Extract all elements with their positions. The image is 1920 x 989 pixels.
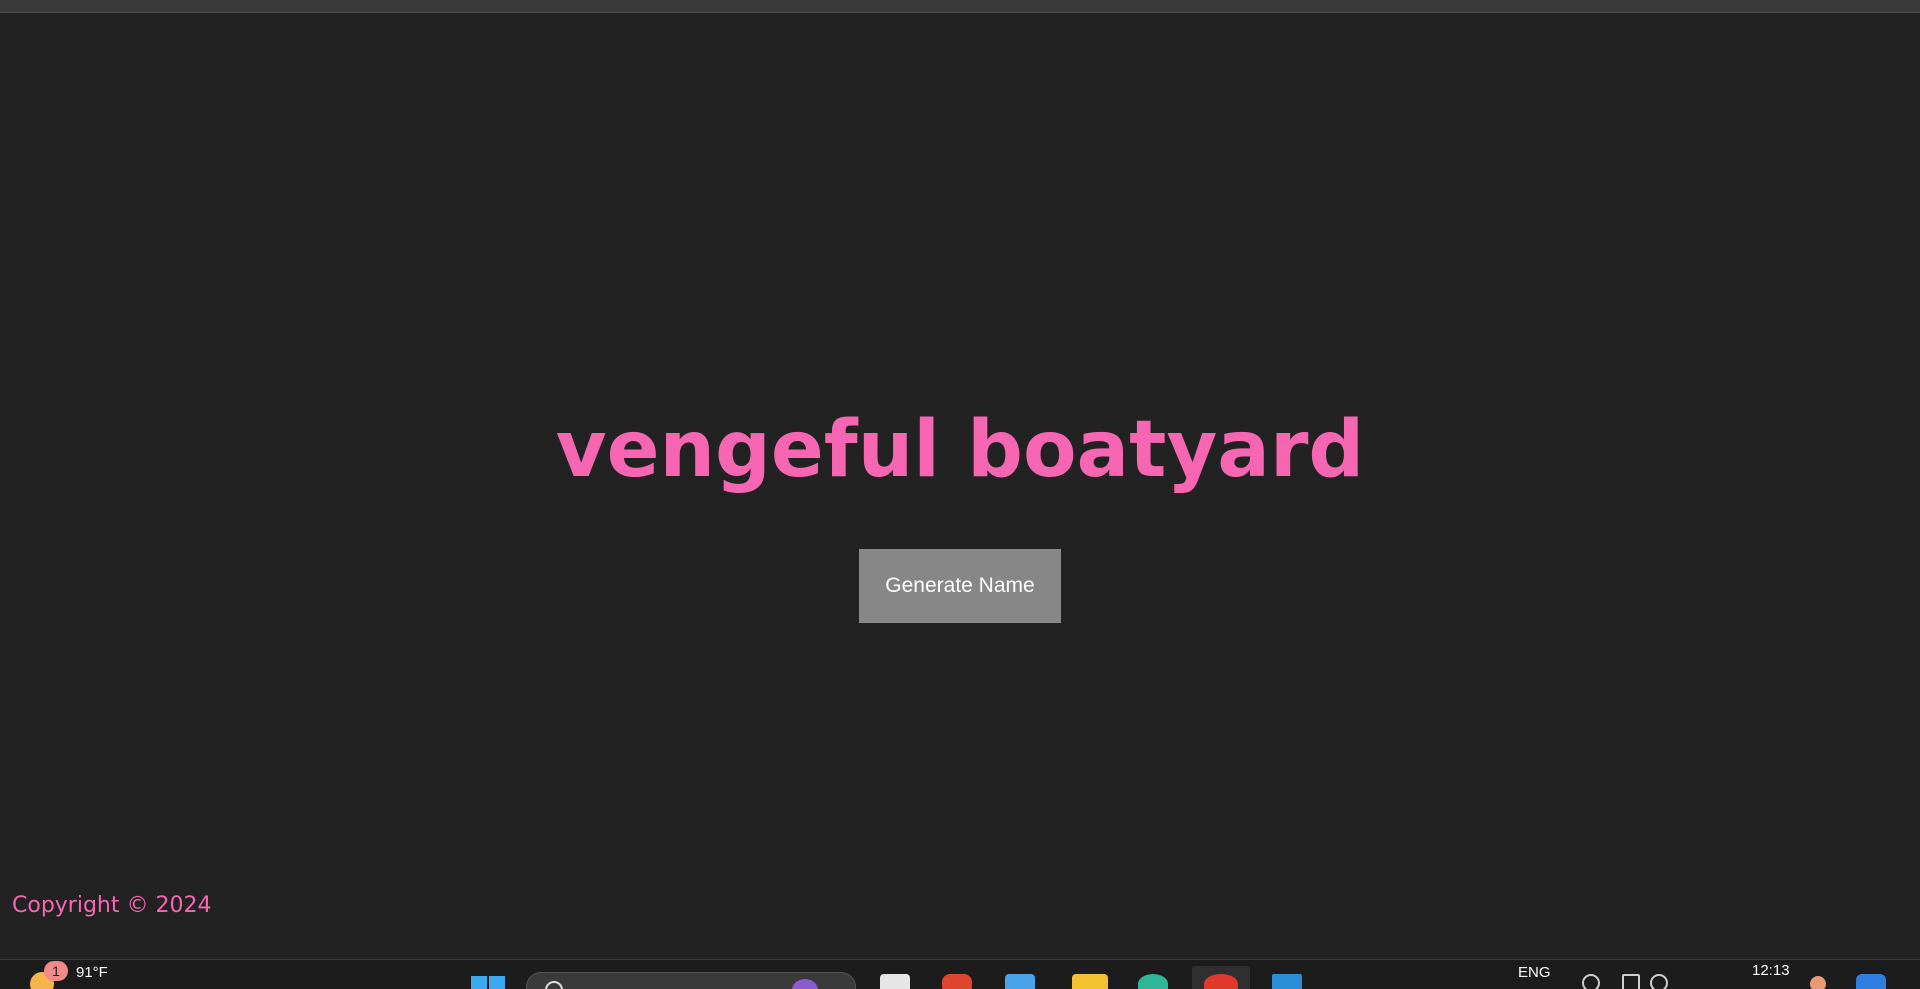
- folder-icon[interactable]: [1072, 974, 1108, 989]
- taskbar-search-box[interactable]: [526, 972, 856, 989]
- vscode-icon[interactable]: [1272, 974, 1302, 989]
- windows-taskbar: 1 91°F ENG 12:13: [0, 959, 1920, 989]
- brave-icon[interactable]: [942, 974, 972, 989]
- network-icon[interactable]: [1582, 974, 1600, 989]
- notification-icon[interactable]: [1810, 976, 1826, 989]
- language-indicator[interactable]: ENG: [1518, 964, 1551, 981]
- start-menu-icon[interactable]: [471, 976, 505, 989]
- copilot-icon[interactable]: [1856, 974, 1886, 989]
- generate-name-button[interactable]: Generate Name: [859, 549, 1061, 623]
- generated-name-heading: vengeful boatyard: [555, 405, 1365, 495]
- battery-icon[interactable]: [1650, 974, 1668, 989]
- chrome-icon[interactable]: [1204, 974, 1238, 989]
- store-icon[interactable]: [1005, 974, 1035, 989]
- weather-badge: 1: [44, 961, 68, 981]
- copyright-footer: Copyright © 2024: [12, 893, 212, 918]
- file-explorer-icon[interactable]: [880, 974, 910, 989]
- browser-top-bar: [0, 0, 1920, 13]
- edge-icon[interactable]: [1138, 974, 1168, 989]
- weather-temperature[interactable]: 91°F: [76, 964, 108, 981]
- clock[interactable]: 12:13: [1752, 962, 1790, 979]
- volume-icon[interactable]: [1622, 974, 1640, 989]
